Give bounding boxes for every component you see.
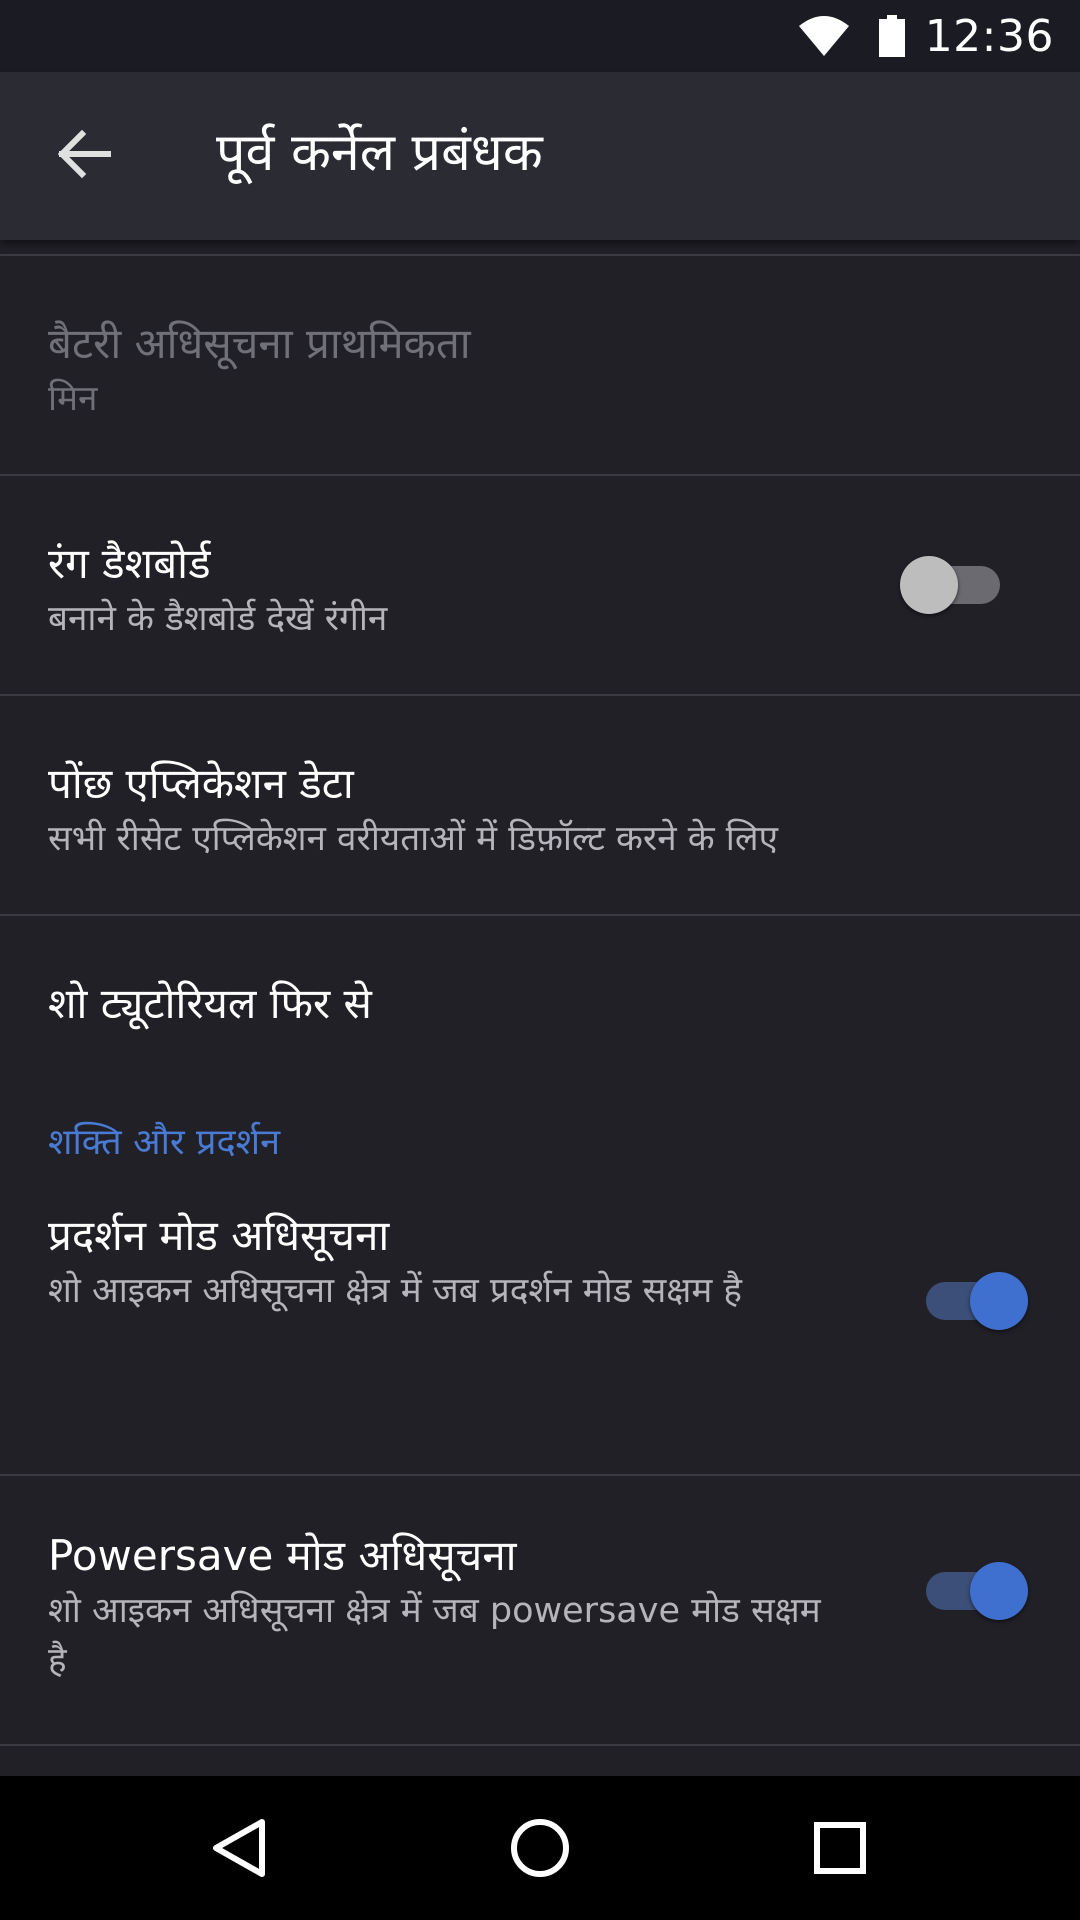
- setting-title: शो ट्यूटोरियल फिर से: [48, 979, 372, 1028]
- color-dashboard-switch[interactable]: [900, 550, 1010, 620]
- battery-icon: [878, 15, 905, 57]
- setting-summary: शो आइकन अधिसूचना क्षेत्र में जब powersav…: [48, 1591, 821, 1681]
- divider: [0, 240, 1080, 256]
- performance-mode-notification-setting[interactable]: प्रदर्शन मोड अधिसूचना शो आइकन अधिसूचना क…: [0, 1206, 1080, 1476]
- setting-summary: मिन: [48, 379, 98, 419]
- settings-list: बैटरी अधिसूचना प्राथमिकता मिन रंग डैशबोर…: [0, 240, 1080, 1746]
- clear-app-data-setting[interactable]: पोंछ एप्लिकेशन डेटा सभी रीसेट एप्लिकेशन …: [0, 696, 1080, 916]
- powersave-mode-switch[interactable]: [918, 1556, 1028, 1626]
- show-tutorial-setting[interactable]: शो ट्यूटोरियल फिर से: [0, 916, 1080, 1096]
- setting-title: बैटरी अधिसूचना प्राथमिकता: [48, 319, 471, 368]
- home-circle-icon[interactable]: [504, 1812, 576, 1884]
- color-dashboard-setting[interactable]: रंग डैशबोर्ड बनाने के डैशबोर्ड देखें रंग…: [0, 476, 1080, 696]
- setting-title: प्रदर्शन मोड अधिसूचना: [48, 1211, 390, 1260]
- switch-thumb: [970, 1562, 1028, 1620]
- performance-mode-switch[interactable]: [918, 1266, 1028, 1336]
- back-triangle-icon[interactable]: [204, 1812, 276, 1884]
- setting-summary: सभी रीसेट एप्लिकेशन वरीयताओं में डिफ़ॉल्…: [48, 819, 778, 859]
- arrow-left-icon[interactable]: [52, 122, 116, 186]
- recents-square-icon[interactable]: [804, 1812, 876, 1884]
- app-bar: पूर्व कर्नेल प्रबंधक: [0, 72, 1080, 240]
- setting-title: पोंछ एप्लिकेशन डेटा: [48, 759, 354, 808]
- page-title: पूर्व कर्नेल प्रबंधक: [216, 123, 543, 183]
- navigation-bar: [0, 1776, 1080, 1920]
- setting-summary: शो आइकन अधिसूचना क्षेत्र में जब प्रदर्शन…: [48, 1271, 742, 1311]
- category-header-power-performance: शक्ति और प्रदर्शन: [48, 1122, 281, 1163]
- wifi-icon: [798, 16, 849, 56]
- switch-thumb: [900, 556, 958, 614]
- status-time: 12:36: [924, 10, 1054, 62]
- screen: 12:36 पूर्व कर्नेल प्रबंधक बैटरी अधिसूचन…: [0, 0, 1080, 1920]
- status-bar: 12:36: [0, 0, 1080, 72]
- powersave-mode-notification-setting[interactable]: Powersave मोड अधिसूचना शो आइकन अधिसूचना …: [0, 1476, 1080, 1746]
- battery-notification-priority-setting: बैटरी अधिसूचना प्राथमिकता मिन: [0, 256, 1080, 476]
- switch-thumb: [970, 1272, 1028, 1330]
